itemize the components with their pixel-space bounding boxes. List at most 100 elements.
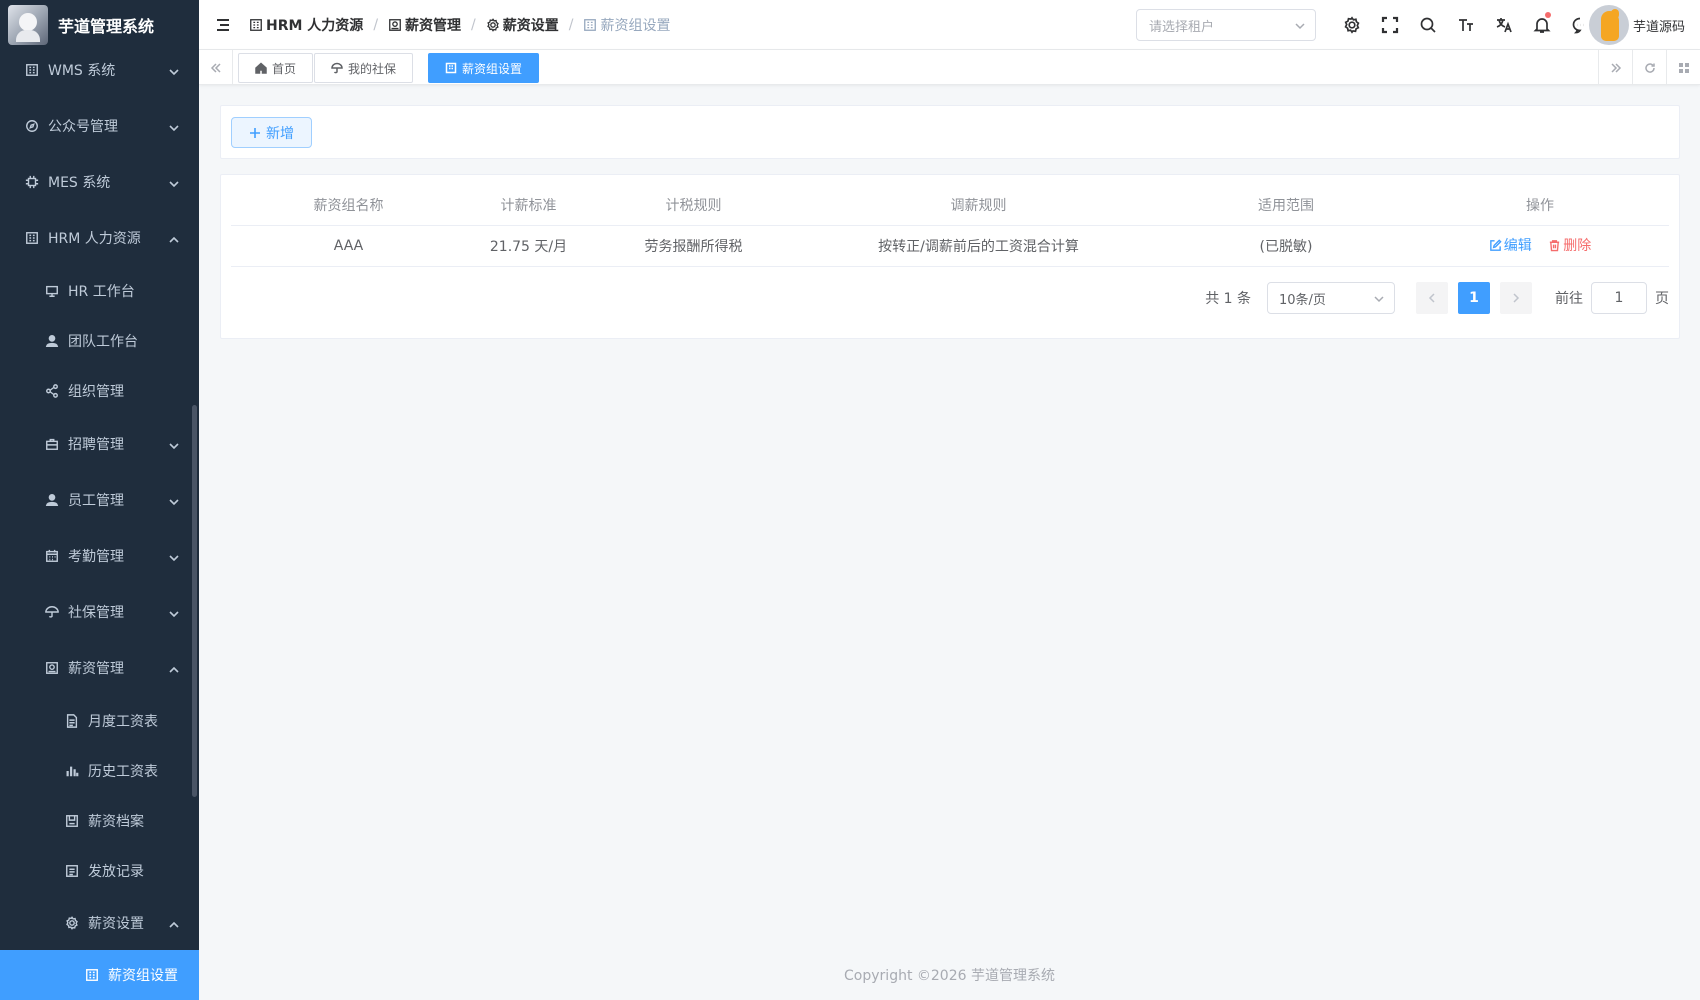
refresh-icon — [1644, 62, 1655, 73]
building-icon — [84, 967, 100, 983]
tag-label: 我的社保 — [348, 61, 397, 76]
sidebar-item-label: 薪资档案 — [88, 814, 144, 830]
tenant-placeholder: 请选择租户 — [1149, 19, 1215, 35]
sidebar-item-label: MES 系统 — [48, 175, 111, 191]
sidebar-item-history-payroll[interactable]: 历史工资表 — [0, 746, 199, 796]
breadcrumb-item-salary[interactable]: 薪资管理 — [388, 15, 461, 35]
footer-copyright: Copyright ©2026 芋道管理系统 — [844, 968, 1055, 984]
tag-salary-group-settings[interactable]: 薪资组设置 — [428, 53, 540, 83]
archive-icon — [64, 813, 80, 829]
delete-button[interactable]: 删除 — [1548, 235, 1591, 255]
sidebar-item-mp[interactable]: 公众号管理 — [0, 98, 199, 154]
goto-page-input[interactable]: 1 — [1591, 282, 1647, 314]
pagination: 共 1 条 10条/页 1 前往 1 页 — [1205, 281, 1669, 315]
home-icon — [255, 62, 267, 74]
hamburger-icon[interactable] — [213, 15, 233, 35]
edit-label: 编辑 — [1503, 238, 1532, 255]
page-size-select[interactable]: 10条/页 — [1267, 282, 1395, 314]
column-header: 计税规则 — [591, 185, 796, 226]
tags-scroll-left-button[interactable] — [199, 50, 233, 85]
tags-scroll-right-button[interactable] — [1598, 50, 1632, 85]
list-icon — [64, 863, 80, 879]
sidebar-item-salary-settings[interactable]: 薪资设置 — [0, 896, 199, 950]
building-icon — [24, 230, 40, 246]
umbrella-icon — [331, 62, 343, 74]
sidebar-item-salary-archive[interactable]: 薪资档案 — [0, 796, 199, 846]
sidebar-scrollbar[interactable] — [192, 405, 197, 797]
building-icon — [445, 62, 457, 74]
edit-button[interactable]: 编辑 — [1489, 235, 1532, 255]
translate-icon[interactable] — [1485, 0, 1523, 50]
sidebar-item-label: 员工管理 — [68, 493, 124, 509]
sidebar-item-hrm[interactable]: HRM 人力资源 — [0, 210, 199, 266]
pagination-total: 共 1 条 — [1205, 291, 1251, 307]
tag-my-social-security[interactable]: 我的社保 — [314, 53, 414, 83]
sidebar-item-wms[interactable]: WMS 系统 — [0, 42, 199, 98]
sidebar-item-label: 薪资组设置 — [108, 968, 178, 984]
gear-icon — [64, 915, 80, 931]
breadcrumb-separator: / — [471, 16, 476, 33]
notification-dot — [1545, 12, 1551, 18]
breadcrumb-label: 薪资管理 — [405, 17, 462, 34]
next-page-button[interactable] — [1500, 282, 1532, 314]
sidebar-item-recruit[interactable]: 招聘管理 — [0, 416, 199, 472]
user-icon — [44, 492, 60, 508]
avatar[interactable] — [1589, 5, 1629, 45]
sidebar-item-salary[interactable]: 薪资管理 — [0, 640, 199, 696]
money-icon — [44, 660, 60, 676]
column-header: 计薪标准 — [466, 185, 591, 226]
navbar: HRM 人力资源 / 薪资管理 / 薪资设置 / 薪资组设置 请选择租户 芋道源… — [199, 0, 1700, 50]
username[interactable]: 芋道源码 — [1633, 16, 1685, 35]
gear-icon[interactable] — [1333, 0, 1371, 50]
sidebar-item-employee[interactable]: 员工管理 — [0, 472, 199, 528]
sidebar-item-mes[interactable]: MES 系统 — [0, 154, 199, 210]
sidebar-item-label: 历史工资表 — [88, 764, 158, 780]
sidebar-item-label: 薪资管理 — [68, 661, 124, 677]
sidebar-item-monthly-payroll[interactable]: 月度工资表 — [0, 696, 199, 746]
delete-label: 删除 — [1563, 238, 1592, 255]
header-tools — [1333, 0, 1599, 50]
bell-icon[interactable] — [1523, 0, 1561, 50]
cell-name: AAA — [231, 225, 466, 267]
sidebar: 芋道管理系统 WMS 系统 公众号管理 MES 系统 HRM 人力资源 HR 工… — [0, 0, 199, 1000]
sidebar-menu: WMS 系统 公众号管理 MES 系统 HRM 人力资源 HR 工作台 团队工作… — [0, 42, 199, 1000]
sidebar-item-label: 社保管理 — [68, 605, 124, 621]
sidebar-item-attendance[interactable]: 考勤管理 — [0, 528, 199, 584]
tags-view: 首页 我的社保 薪资组设置 — [199, 50, 1700, 85]
fullscreen-icon[interactable] — [1371, 0, 1409, 50]
breadcrumb-separator: / — [568, 16, 574, 33]
breadcrumb-item-salary-settings[interactable]: 薪资设置 — [486, 15, 559, 35]
cell-adjust-rule: 按转正/调薪前后的工资混合计算 — [796, 225, 1161, 267]
breadcrumb-item-hrm[interactable]: HRM 人力资源 — [249, 15, 363, 35]
add-button[interactable]: 新增 — [231, 117, 312, 148]
sidebar-item-salary-group-settings[interactable]: 薪资组设置 — [0, 950, 199, 1000]
tags-menu-button[interactable] — [1666, 50, 1700, 85]
tenant-select[interactable]: 请选择租户 — [1136, 9, 1316, 41]
column-header: 薪资组名称 — [231, 185, 466, 226]
chevron-down-icon — [1295, 23, 1305, 30]
sidebar-item-hr-workbench[interactable]: HR 工作台 — [0, 266, 199, 316]
double-chevron-left-icon — [210, 62, 221, 73]
sidebar-item-org[interactable]: 组织管理 — [0, 366, 199, 416]
chevron-left-icon — [1428, 293, 1435, 303]
tags-refresh-button[interactable] — [1632, 50, 1666, 85]
prev-page-button[interactable] — [1416, 282, 1448, 314]
sidebar-item-team-workbench[interactable]: 团队工作台 — [0, 316, 199, 366]
hrm-submenu: HR 工作台 团队工作台 组织管理 招聘管理 员工管理 考勤管理 社保管理 薪资… — [0, 266, 199, 1000]
chevron-down-icon — [1374, 296, 1384, 303]
cell-actions: 编辑 删除 — [1411, 225, 1669, 267]
building-icon — [584, 18, 597, 31]
chevron-up-icon — [169, 233, 179, 243]
search-icon[interactable] — [1409, 0, 1447, 50]
building-icon — [24, 62, 40, 78]
font-size-icon[interactable] — [1447, 0, 1485, 50]
sidebar-item-payment-record[interactable]: 发放记录 — [0, 846, 199, 896]
tag-label: 首页 — [272, 61, 297, 76]
sidebar-item-label: 组织管理 — [68, 384, 124, 400]
sidebar-item-social-security[interactable]: 社保管理 — [0, 584, 199, 640]
cell-scope: (已脱敏) — [1161, 225, 1411, 267]
building-icon — [250, 18, 262, 31]
breadcrumb-label: HRM 人力资源 — [266, 17, 364, 34]
page-number-current[interactable]: 1 — [1458, 282, 1490, 314]
tag-home[interactable]: 首页 — [238, 53, 314, 83]
